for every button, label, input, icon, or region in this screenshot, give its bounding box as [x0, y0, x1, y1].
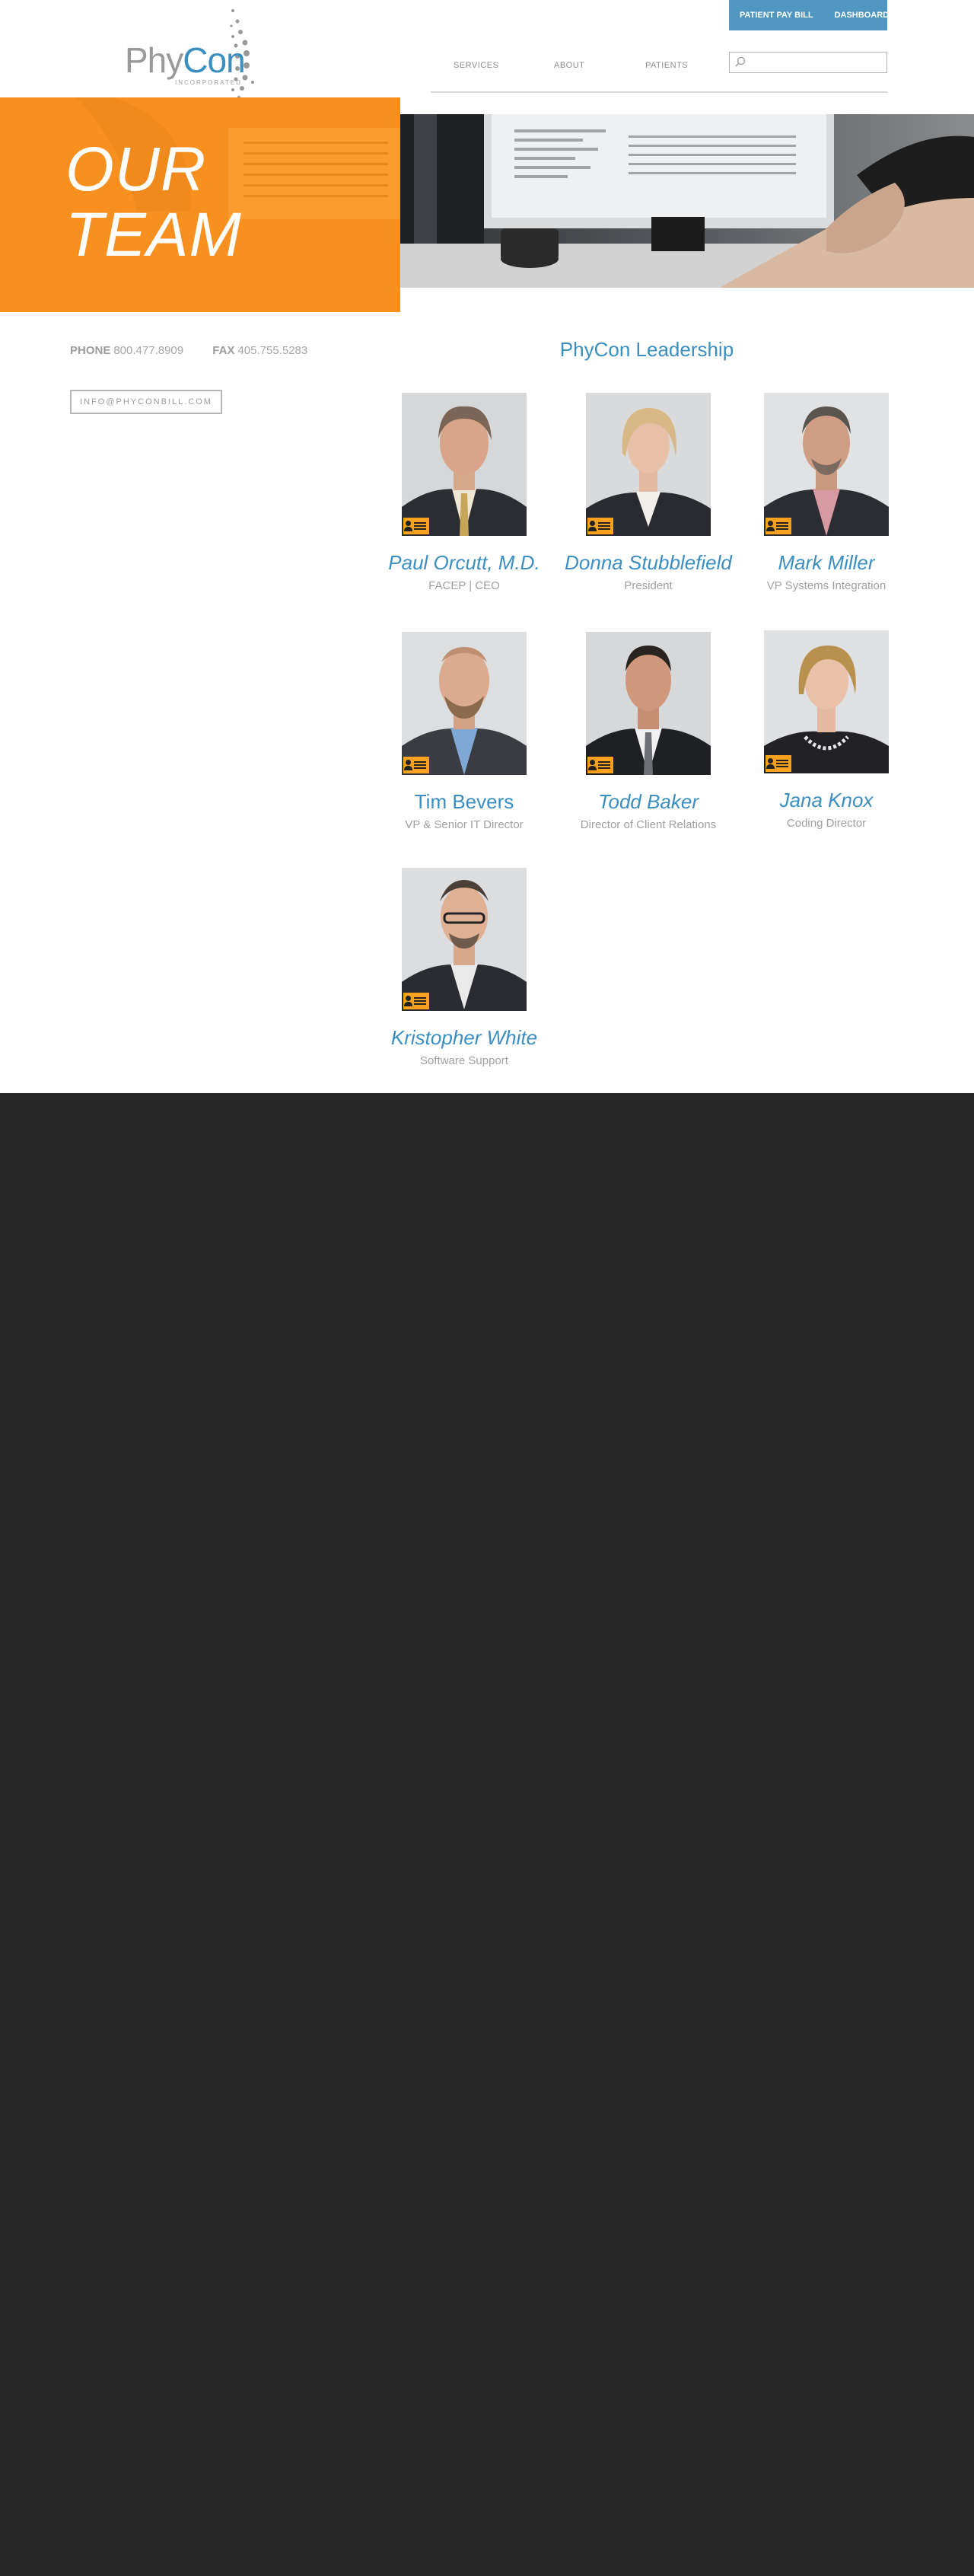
team-member-card: Kristopher White Software Support	[373, 868, 555, 1067]
member-name: Donna Stubblefield	[565, 551, 732, 574]
page-content: PhyCon INCORPORATED PATIENT PAY BILL DAS…	[0, 0, 974, 1093]
dashboard-button[interactable]: DASHBOARD	[824, 0, 900, 30]
phone-number[interactable]: 800.477.8909	[113, 344, 183, 357]
phone-label: PHONE	[70, 344, 111, 357]
id-badge-icon	[403, 993, 429, 1009]
member-photo	[764, 630, 889, 773]
top-button-bar: PATIENT PAY BILL DASHBOARD	[729, 0, 889, 30]
member-photo	[402, 632, 527, 775]
logo-text-con: Con	[183, 40, 245, 80]
member-name: Mark Miller	[778, 551, 875, 574]
nav-item-patients[interactable]: PATIENTS	[645, 61, 688, 70]
logo-text-phy: Phy	[125, 40, 183, 80]
member-photo	[402, 868, 527, 1011]
id-badge-icon	[403, 518, 429, 534]
member-role: Coding Director	[786, 817, 867, 830]
fax-number: 405.755.5283	[237, 344, 308, 357]
id-badge-icon	[587, 518, 613, 534]
logo-subtitle: INCORPORATED	[175, 79, 242, 86]
hero-banner: OUR TEAM	[0, 97, 400, 312]
team-member-card: Donna Stubblefield President	[557, 393, 740, 592]
page-title: OUR TEAM	[65, 137, 242, 268]
logo-wordmark: PhyCon	[125, 40, 246, 81]
id-badge-icon	[766, 755, 791, 772]
member-role: Director of Client Relations	[580, 818, 717, 831]
member-role: Software Support	[420, 1054, 508, 1067]
member-name: Paul Orcutt, M.D.	[388, 551, 540, 574]
nav-item-services[interactable]: SERVICES	[454, 61, 498, 70]
member-photo	[586, 632, 711, 775]
member-role: VP Systems Integration	[766, 579, 886, 592]
patient-pay-bill-button[interactable]: PATIENT PAY BILL	[729, 0, 824, 30]
member-photo	[764, 393, 889, 536]
team-member-card: Jana Knox Coding Director	[735, 630, 918, 830]
email-button[interactable]: INFO@PHYCONBILL.COM	[70, 390, 222, 414]
id-badge-icon	[766, 518, 791, 534]
nav-item-about[interactable]: ABOUT	[554, 61, 584, 70]
fax-label: FAX	[212, 344, 235, 357]
page-title-line2: TEAM	[65, 200, 242, 269]
page-title-line1: OUR	[65, 135, 207, 204]
id-badge-icon	[403, 757, 429, 773]
team-member-card: Todd Baker Director of Client Relations	[557, 632, 740, 831]
member-photo	[402, 393, 527, 536]
main-nav: SERVICES ABOUT PATIENTS	[431, 58, 887, 93]
hero-office-illustration	[400, 114, 974, 288]
member-role: VP & Senior IT Director	[405, 818, 524, 831]
member-name: Todd Baker	[597, 790, 699, 813]
hero-image	[400, 114, 974, 288]
contact-info: PHONE 800.477.8909 FAX 405.755.5283	[70, 344, 307, 357]
member-role: President	[624, 579, 673, 592]
leadership-title: PhyCon Leadership	[559, 338, 734, 361]
phycon-logo[interactable]: PhyCon INCORPORATED	[122, 6, 266, 107]
member-name: Jana Knox	[779, 789, 874, 811]
member-name: Tim Bevers	[414, 790, 514, 813]
member-role: FACEP | CEO	[428, 579, 500, 592]
team-member-card: Tim Bevers VP & Senior IT Director	[373, 632, 555, 831]
member-photo	[586, 393, 711, 536]
footer-dark-area	[0, 1093, 974, 2576]
team-member-card: Mark Miller VP Systems Integration	[735, 393, 918, 592]
team-member-card: Paul Orcutt, M.D. FACEP | CEO	[373, 393, 555, 592]
member-name: Kristopher White	[390, 1026, 538, 1049]
id-badge-icon	[587, 757, 613, 773]
